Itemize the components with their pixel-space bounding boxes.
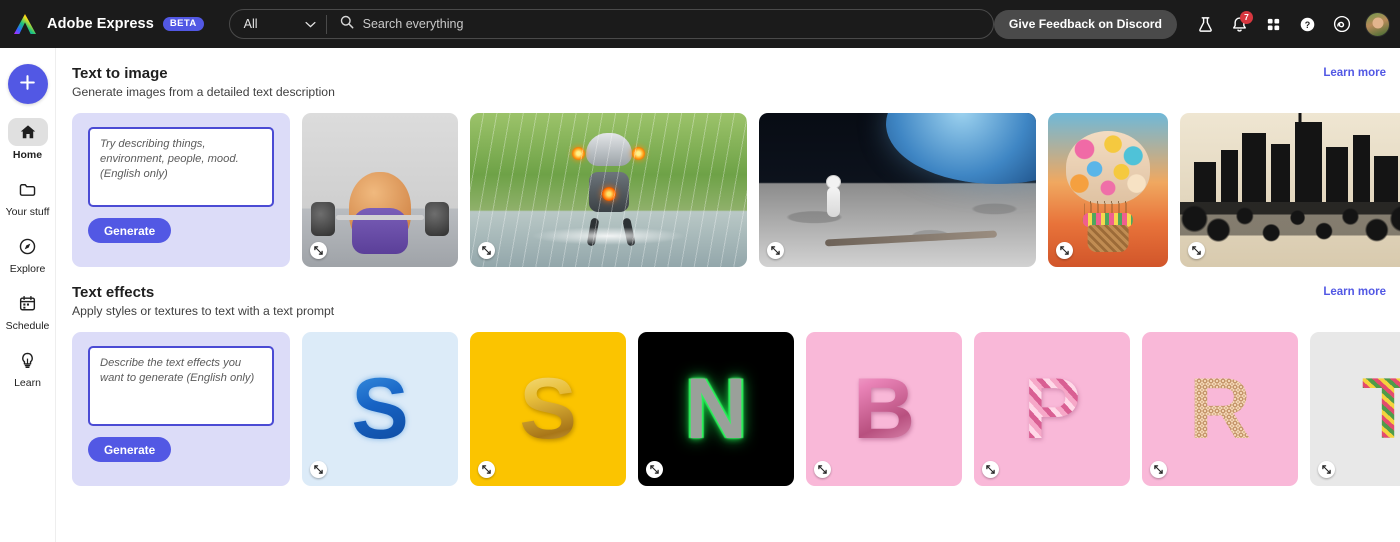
search-scope-dropdown[interactable]: All [230,10,326,38]
expand-icon[interactable] [982,461,999,478]
effect-neon-n[interactable]: N [638,332,794,486]
expand-icon[interactable] [310,461,327,478]
text-to-image-prompt-card: Try describing things, environment, peop… [72,113,290,267]
sidebar-item-your-stuff[interactable]: Your stuff [0,175,56,218]
give-feedback-button[interactable]: Give Feedback on Discord [993,9,1177,39]
prompt-placeholder: Try describing things, environment, peop… [100,138,239,181]
search-icon [340,15,354,34]
brand: Adobe Express BETA [12,12,204,36]
sidebar-item-schedule[interactable]: Schedule [0,289,56,332]
learn-more-link[interactable]: Learn more [1323,67,1386,79]
section-header: Text effects Apply styles or textures to… [56,267,1400,318]
search-input-area[interactable]: Search everything [327,10,993,38]
top-bar: Adobe Express BETA All Search everything… [0,0,1400,48]
chevron-down-icon [305,21,316,28]
notification-badge: 7 [1240,10,1253,24]
adobe-express-logo-icon [12,12,38,36]
beaker-icon[interactable] [1190,9,1221,40]
effect-letter: S [302,366,458,452]
effect-gold-s[interactable]: S [470,332,626,486]
sidebar-item-label: Learn [14,377,41,389]
apps-grid-icon[interactable] [1258,9,1289,40]
thumb-hamster-weightlifting[interactable] [302,113,458,267]
section-header: Text to image Generate images from a det… [56,48,1400,99]
prompt-placeholder: Describe the text effects you want to ge… [100,357,255,385]
create-new-button[interactable] [7,64,48,104]
astronaut-moon-scene [759,113,1036,267]
thumb-robot-rain[interactable] [470,113,747,267]
effect-water-s[interactable]: S [302,332,458,486]
effect-letter: B [806,366,962,452]
expand-icon[interactable] [1318,461,1335,478]
thumb-city-skyline[interactable] [1180,113,1400,267]
expand-icon[interactable] [767,242,784,259]
hamster-scene [302,113,458,267]
expand-icon[interactable] [478,461,495,478]
section-text-effects: Text effects Apply styles or textures to… [56,267,1400,486]
city-skyline-scene [1180,113,1400,267]
sidebar-item-explore[interactable]: Explore [0,232,56,275]
sidebar-item-label: Home [12,149,43,161]
compass-icon [8,232,48,260]
generate-image-button[interactable]: Generate [88,218,172,243]
search-bar[interactable]: All Search everything [228,9,994,39]
effect-letter: T [1310,366,1400,452]
expand-icon[interactable] [1056,242,1073,259]
text-to-image-prompt-input[interactable]: Try describing things, environment, peop… [88,127,274,207]
expand-icon[interactable] [310,242,327,259]
expand-icon[interactable] [1150,461,1167,478]
text-effects-row: Describe the text effects you want to ge… [56,318,1400,486]
section-subtitle: Apply styles or textures to text with a … [72,304,335,318]
robot-rain-scene [470,113,747,267]
calendar-icon [8,289,48,317]
creative-cloud-icon[interactable] [1326,9,1357,40]
sidebar-item-learn[interactable]: Learn [0,346,56,389]
learn-more-link[interactable]: Learn more [1323,286,1386,298]
expand-icon[interactable] [646,461,663,478]
user-avatar[interactable] [1365,11,1390,37]
text-effects-prompt-input[interactable]: Describe the text effects you want to ge… [88,346,274,426]
home-icon [7,118,48,146]
effect-floral-p[interactable]: P [974,332,1130,486]
sidebar-item-label: Your stuff [5,206,50,218]
effect-letter: N [684,361,748,457]
sidebar-item-label: Schedule [5,320,50,332]
expand-icon[interactable] [478,242,495,259]
text-effects-prompt-card: Describe the text effects you want to ge… [72,332,290,486]
effect-balloon-b[interactable]: B [806,332,962,486]
effect-letter: P [974,366,1130,452]
section-text-to-image: Text to image Generate images from a det… [56,48,1400,267]
folder-icon [8,175,48,203]
lightbulb-icon [8,346,48,374]
bell-icon[interactable]: 7 [1224,9,1255,40]
sidebar-item-home[interactable]: Home [0,118,56,161]
text-to-image-row: Try describing things, environment, peop… [56,99,1400,267]
app-name: Adobe Express [47,16,154,32]
search-input[interactable]: Search everything [363,17,464,31]
main-content: Text to image Generate images from a det… [56,48,1400,542]
expand-icon[interactable] [814,461,831,478]
sidebar: Home Your stuff Explore Schedule Learn [0,48,56,542]
search-scope-label: All [243,17,258,31]
effect-garden-t[interactable]: T [1310,332,1400,486]
section-title: Text to image [72,65,168,82]
section-title: Text effects [72,284,155,301]
thumb-astronaut-moon[interactable] [759,113,1036,267]
topbar-actions: Give Feedback on Discord 7 ? [993,9,1390,40]
effect-letter: S [470,366,626,452]
effect-glitter-r[interactable]: R [1142,332,1298,486]
beta-badge: BETA [162,16,204,32]
plus-icon [18,73,37,95]
thumb-donut-balloon[interactable] [1048,113,1168,267]
generate-effect-button[interactable]: Generate [88,437,172,462]
sidebar-item-label: Explore [9,263,46,275]
help-icon[interactable]: ? [1292,9,1323,40]
section-subtitle: Generate images from a detailed text des… [72,85,335,99]
svg-text:?: ? [1305,19,1310,29]
expand-icon[interactable] [1188,242,1205,259]
effect-letter: R [1142,366,1298,452]
